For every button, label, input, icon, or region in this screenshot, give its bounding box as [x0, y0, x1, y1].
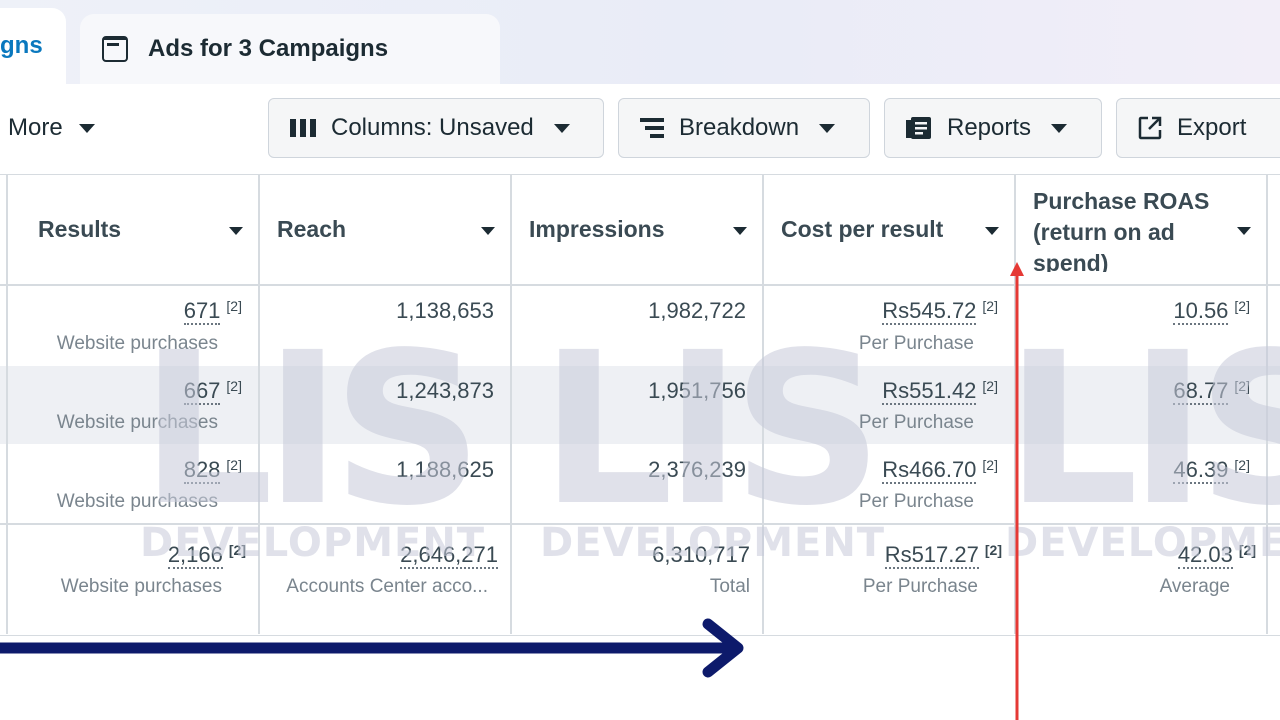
tab-ads-label: Ads for 3 Campaigns: [148, 35, 389, 62]
tab-ads[interactable]: Ads for 3 Campaigns: [80, 14, 500, 84]
sort-icon[interactable]: [481, 227, 495, 235]
export-icon: [1137, 115, 1163, 141]
sort-icon[interactable]: [733, 227, 747, 235]
column-divider: [258, 174, 260, 634]
columns-icon: [289, 117, 317, 139]
columns-label: Columns: Unsaved: [331, 114, 534, 141]
cell-cost-sub: Per Purchase: [858, 491, 974, 512]
more-dropdown[interactable]: More: [8, 114, 95, 142]
total-roas-sub: Average: [1159, 576, 1230, 597]
chevron-down-icon: [819, 123, 836, 133]
blue-arrow: [0, 618, 744, 678]
cell-cost-sub: Per Purchase: [858, 333, 974, 354]
total-impressions-sub: Total: [709, 576, 750, 597]
column-divider: [762, 174, 764, 634]
cell-cost[interactable]: Rs545.72 [2]: [882, 298, 998, 325]
reports-label: Reports: [947, 114, 1032, 141]
header-cost-per-result[interactable]: Cost per result: [781, 174, 991, 284]
chevron-down-icon: [553, 123, 570, 133]
cell-roas[interactable]: 10.56 [2]: [1173, 298, 1250, 325]
total-impressions: 6,310,717: [652, 542, 750, 567]
sort-icon[interactable]: [985, 227, 999, 235]
columns-button[interactable]: Columns: Unsaved: [268, 98, 604, 158]
cell-results[interactable]: 671 [2]: [183, 298, 242, 325]
header-roas-line3: spend): [1033, 250, 1109, 272]
chevron-down-icon: [1051, 123, 1068, 133]
reports-button[interactable]: Reports: [884, 98, 1102, 158]
more-label: More: [8, 114, 63, 141]
export-label: Export: [1177, 114, 1247, 141]
reports-icon: [905, 115, 933, 141]
header-impressions[interactable]: Impressions: [529, 174, 739, 284]
cell-results-sub: Website purchases: [56, 412, 218, 433]
column-divider: [6, 174, 8, 634]
header-reach[interactable]: Reach: [277, 174, 487, 284]
cell-results[interactable]: 828 [2]: [183, 457, 242, 484]
row-divider: [0, 523, 1280, 525]
header-roas-line1: Purchase ROAS: [1033, 188, 1210, 214]
toolbar: More Columns: Unsaved Breakdown Reports …: [0, 96, 1280, 160]
cell-results-sub: Website purchases: [56, 491, 218, 512]
cell-cost-sub: Per Purchase: [858, 412, 974, 433]
breakdown-label: Breakdown: [679, 114, 800, 141]
row-divider: [0, 284, 1280, 286]
red-arrow: [1010, 262, 1024, 720]
cell-results[interactable]: 667 [2]: [183, 378, 242, 405]
cell-reach: 1,188,625: [396, 457, 494, 482]
cell-cost[interactable]: Rs551.42 [2]: [882, 378, 998, 405]
cell-results-sub: Website purchases: [56, 333, 218, 354]
cell-impressions: 2,376,239: [648, 457, 746, 482]
sort-icon[interactable]: [229, 227, 243, 235]
header-cost-label: Cost per result: [781, 215, 944, 242]
header-purchase-roas[interactable]: Purchase ROAS (return on ad spend): [1033, 186, 1243, 272]
cell-impressions: 1,982,722: [648, 298, 746, 323]
total-roas[interactable]: 42.03 [2]: [1177, 542, 1256, 569]
cell-roas[interactable]: 46.39 [2]: [1173, 457, 1250, 484]
total-reach-sub: Accounts Center acco...: [286, 576, 488, 597]
sort-icon[interactable]: [1237, 227, 1251, 235]
window-icon: [102, 36, 128, 62]
header-roas-line2: (return on ad: [1033, 219, 1175, 245]
header-results[interactable]: Results: [38, 174, 248, 284]
tab-campaigns-label: gns: [0, 32, 43, 59]
breakdown-icon: [639, 116, 665, 140]
column-divider: [510, 174, 512, 634]
total-cost-sub: Per Purchase: [862, 576, 978, 597]
header-impressions-label: Impressions: [529, 215, 665, 242]
total-reach[interactable]: 2,646,271: [400, 542, 498, 569]
cell-impressions: 1,951,756: [648, 378, 746, 403]
export-button[interactable]: Export: [1116, 98, 1280, 158]
cell-reach: 1,138,653: [396, 298, 494, 323]
header-reach-label: Reach: [277, 215, 347, 242]
breakdown-button[interactable]: Breakdown: [618, 98, 870, 158]
total-results-sub: Website purchases: [60, 576, 222, 597]
cell-roas[interactable]: 68.77 [2]: [1173, 378, 1250, 405]
tab-campaigns[interactable]: gns: [0, 8, 66, 84]
cell-cost[interactable]: Rs466.70 [2]: [882, 457, 998, 484]
chevron-down-icon: [78, 123, 95, 133]
header-results-label: Results: [38, 215, 122, 242]
column-divider: [1266, 174, 1268, 634]
total-results[interactable]: 2,166 [2]: [167, 542, 246, 569]
total-cost[interactable]: Rs517.27 [2]: [884, 542, 1002, 569]
cell-reach: 1,243,873: [396, 378, 494, 403]
